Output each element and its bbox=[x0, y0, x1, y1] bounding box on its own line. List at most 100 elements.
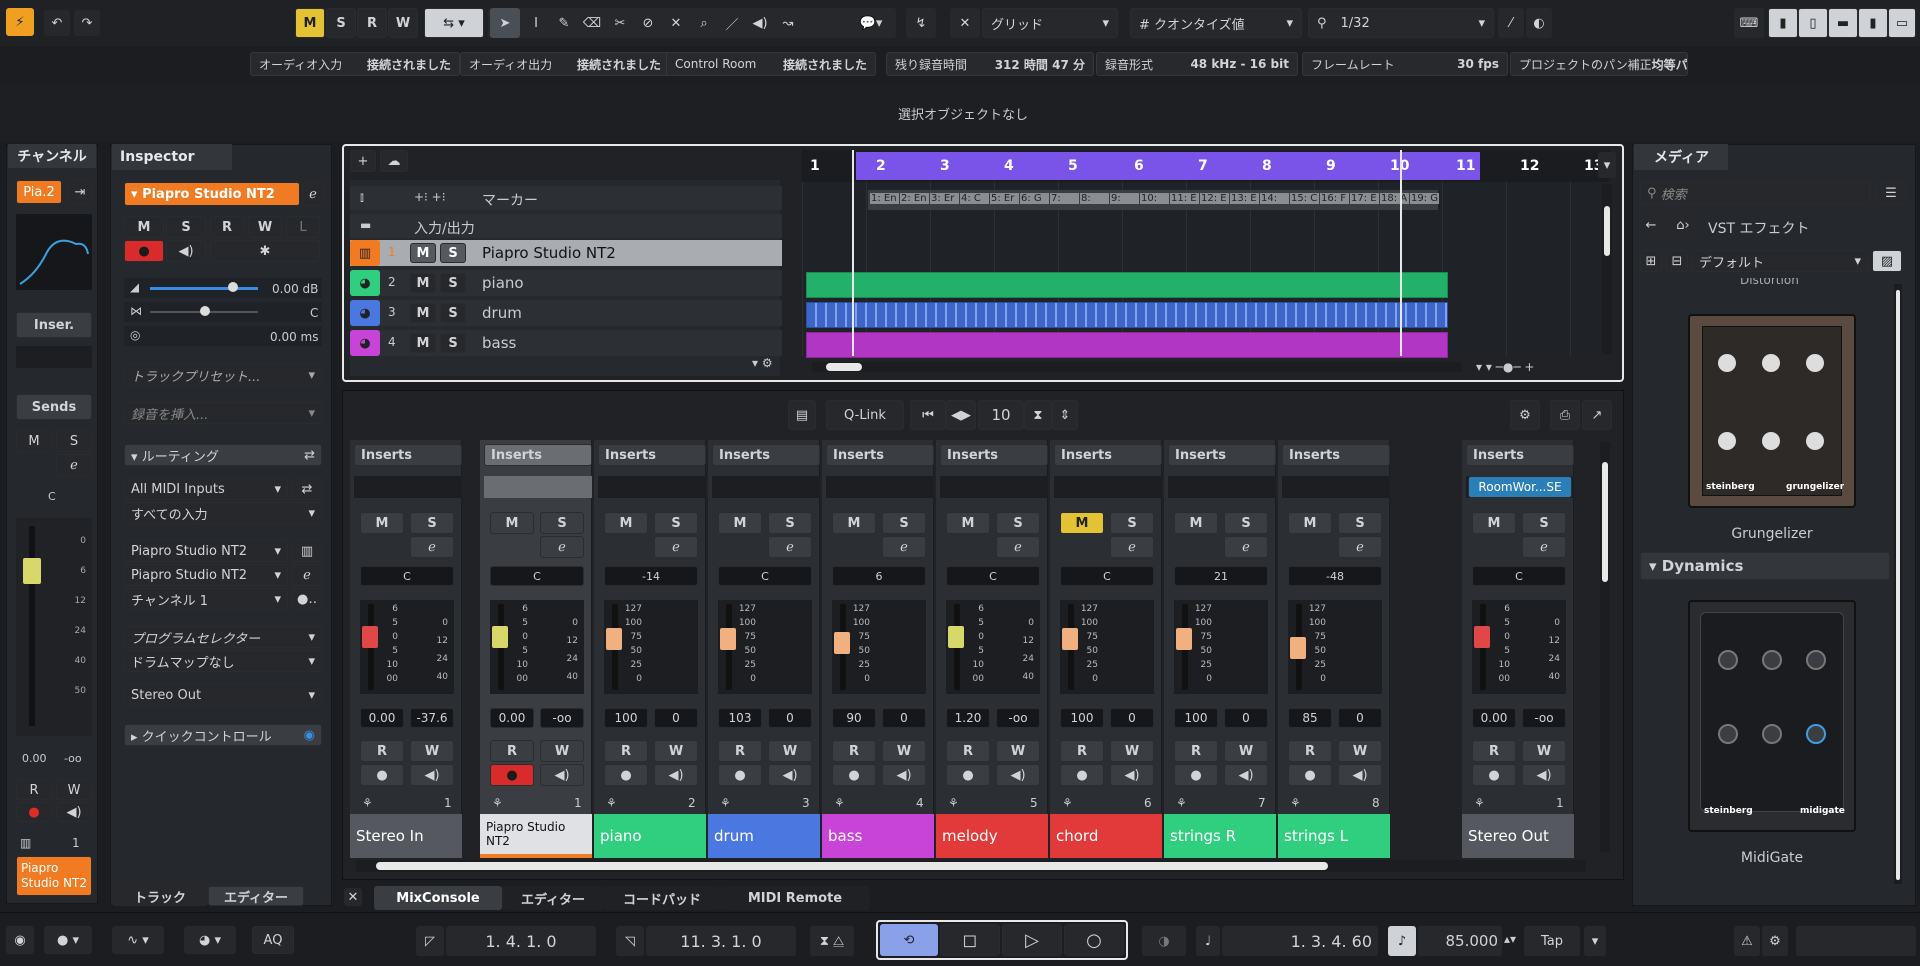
quantize-value-select[interactable]: ⚲ 1/32 ▾ bbox=[1308, 8, 1494, 38]
layout-right-icon[interactable]: ▮ bbox=[1858, 8, 1888, 38]
record-mode-icon[interactable]: ● ▾ bbox=[44, 926, 92, 954]
home-icon[interactable]: ⌂› bbox=[1666, 214, 1700, 236]
marker-event[interactable]: 19: G bbox=[1410, 193, 1439, 204]
s-button[interactable]: S bbox=[326, 8, 356, 38]
channel-width-stepper-icon[interactable]: ⇕ bbox=[1052, 400, 1078, 430]
monitor-icon[interactable]: ◀) bbox=[1338, 764, 1382, 786]
marker-event[interactable]: 16: F bbox=[1320, 193, 1349, 204]
pan-control[interactable]: C bbox=[490, 566, 584, 586]
track-preset-select[interactable]: トラックプリセット... ▾ bbox=[124, 364, 322, 386]
fader-knob[interactable] bbox=[606, 628, 622, 651]
marker-event[interactable]: 14: bbox=[1260, 193, 1289, 204]
warp-tool-icon[interactable]: ↝ bbox=[774, 8, 802, 38]
solo-button[interactable]: S bbox=[882, 512, 926, 534]
peak-value[interactable]: -37.6 bbox=[410, 708, 454, 728]
monitor-icon[interactable]: ◀) bbox=[410, 764, 454, 786]
apply-quantize-icon[interactable]: ◐ bbox=[1526, 8, 1552, 38]
mute-button[interactable]: M bbox=[1288, 512, 1332, 534]
media-preset-select[interactable]: デフォルト ▾ bbox=[1692, 250, 1868, 272]
marker-event[interactable]: 9: bbox=[1110, 193, 1139, 204]
marker-event[interactable]: 17: E bbox=[1350, 193, 1379, 204]
channel-read-button[interactable]: R bbox=[16, 780, 52, 800]
write-button[interactable]: W bbox=[540, 740, 584, 762]
edit-channel-icon[interactable]: ℯ bbox=[410, 536, 454, 558]
volume-value[interactable]: 100 bbox=[604, 708, 648, 728]
marker-event[interactable]: 12: E bbox=[1200, 193, 1229, 204]
edit-channel-icon[interactable]: ℯ bbox=[540, 536, 584, 558]
solo-button[interactable]: S bbox=[1110, 512, 1154, 534]
monitor-icon[interactable]: ◀) bbox=[996, 764, 1040, 786]
undo-button[interactable]: ↶ bbox=[44, 10, 70, 36]
lower-zone-tab[interactable]: エディター bbox=[502, 886, 604, 910]
mixer-vertical-scroll-thumb[interactable] bbox=[1602, 462, 1608, 582]
add-track-menu-icon[interactable]: ☁ bbox=[380, 150, 408, 172]
track-1-mute[interactable]: M bbox=[410, 243, 436, 263]
media-scroll-thumb[interactable] bbox=[1896, 290, 1900, 880]
stop-button[interactable]: ◻ bbox=[940, 924, 1000, 956]
midi-channel-select[interactable]: チャンネル 1 ▾ bbox=[124, 588, 288, 610]
layout-full-icon[interactable]: ▭ bbox=[1888, 8, 1916, 38]
project-cursor[interactable] bbox=[1400, 150, 1402, 356]
insert-slot[interactable] bbox=[1054, 476, 1162, 498]
record-enable-icon[interactable]: ● bbox=[1174, 764, 1218, 786]
marker-event[interactable]: 2: En bbox=[900, 193, 929, 204]
pan-control[interactable]: C bbox=[946, 566, 1040, 586]
channel-sends-button[interactable]: Sends bbox=[16, 394, 92, 420]
media-search-field[interactable]: ⚲ 検索 bbox=[1640, 182, 1870, 204]
read-button[interactable]: R bbox=[490, 740, 534, 762]
edit-channel-icon[interactable]: ℯ bbox=[1110, 536, 1154, 558]
record-enable-icon[interactable]: ● bbox=[946, 764, 990, 786]
mute-button[interactable]: M bbox=[1472, 512, 1516, 534]
peak-value[interactable]: 0 bbox=[1110, 708, 1154, 728]
channel-write-button[interactable]: W bbox=[56, 780, 92, 800]
marker-event[interactable]: 1: En bbox=[870, 193, 899, 204]
inserts-header[interactable]: Inserts bbox=[826, 444, 934, 466]
track-2-solo[interactable]: S bbox=[440, 273, 466, 293]
record-enable-icon[interactable]: ● bbox=[1472, 764, 1516, 786]
channel-track-name[interactable]: Pia.2 bbox=[16, 180, 62, 204]
inserts-header[interactable]: Inserts bbox=[1168, 444, 1276, 466]
channel-record-icon[interactable]: ● bbox=[16, 802, 52, 822]
metronome-palette-icon[interactable]: ◕ ▾ bbox=[184, 926, 236, 954]
grungelizer-thumbnail[interactable]: steinberg grungelizer bbox=[1688, 314, 1856, 508]
tap-dropdown-icon[interactable]: ▾ bbox=[1584, 926, 1606, 956]
record-enable-icon[interactable]: ● bbox=[360, 764, 404, 786]
status-item[interactable]: Control Room 接続されました bbox=[666, 52, 876, 76]
peak-value[interactable]: 0 bbox=[654, 708, 698, 728]
solo-button[interactable]: S bbox=[1224, 512, 1268, 534]
fader-knob[interactable] bbox=[362, 625, 378, 648]
peak-value[interactable]: -oo bbox=[996, 708, 1040, 728]
inspector-track-name[interactable]: ▾ Piapro Studio NT2 bbox=[124, 182, 300, 206]
solo-button[interactable]: S bbox=[768, 512, 812, 534]
pan-control[interactable]: -48 bbox=[1288, 566, 1382, 586]
write-button[interactable]: W bbox=[1338, 740, 1382, 762]
position-display[interactable]: 1. 3. 4. 60 bbox=[1222, 926, 1378, 956]
volume-value[interactable]: 0.00 bbox=[490, 708, 534, 728]
write-button[interactable]: W bbox=[654, 740, 698, 762]
inspector-solo-button[interactable]: S bbox=[166, 216, 206, 238]
mixer-window-layout-icon[interactable]: ▤ bbox=[788, 400, 816, 430]
right-locator-display[interactable]: 11. 3. 1. 0 bbox=[646, 926, 796, 956]
solo-button[interactable]: S bbox=[1522, 512, 1566, 534]
inserts-header[interactable]: Inserts bbox=[712, 444, 820, 466]
volume-value[interactable]: 90 bbox=[832, 708, 876, 728]
inserts-header[interactable]: Inserts bbox=[354, 444, 462, 466]
monitor-icon[interactable]: ◀) bbox=[1224, 764, 1268, 786]
split-tool-icon[interactable]: ✂ bbox=[606, 8, 634, 38]
write-button[interactable]: W bbox=[1110, 740, 1154, 762]
read-button[interactable]: R bbox=[360, 740, 404, 762]
output-select-1[interactable]: Piapro Studio NT2 ▾ bbox=[124, 540, 288, 562]
zoom-controls[interactable]: ▾ ▾ ─●─ + bbox=[1476, 360, 1534, 374]
channel-edit-icon[interactable]: ⇥ bbox=[68, 180, 92, 204]
read-button[interactable]: R bbox=[1288, 740, 1332, 762]
volume-value[interactable]: 0.00 bbox=[360, 708, 404, 728]
inspector-tab[interactable]: Inspector bbox=[112, 144, 232, 170]
read-button[interactable]: R bbox=[1174, 740, 1218, 762]
monitor-icon[interactable]: ◀) bbox=[654, 764, 698, 786]
insert-plugin[interactable]: RoomWor...SE bbox=[1468, 476, 1572, 498]
peak-value[interactable]: -oo bbox=[540, 708, 584, 728]
peak-value[interactable]: 0 bbox=[1224, 708, 1268, 728]
media-add-icon[interactable]: ⊞ bbox=[1640, 250, 1662, 272]
line-tool-icon[interactable]: ／ bbox=[718, 8, 746, 38]
status-item[interactable]: オーディオ入力 接続されました bbox=[250, 52, 460, 76]
